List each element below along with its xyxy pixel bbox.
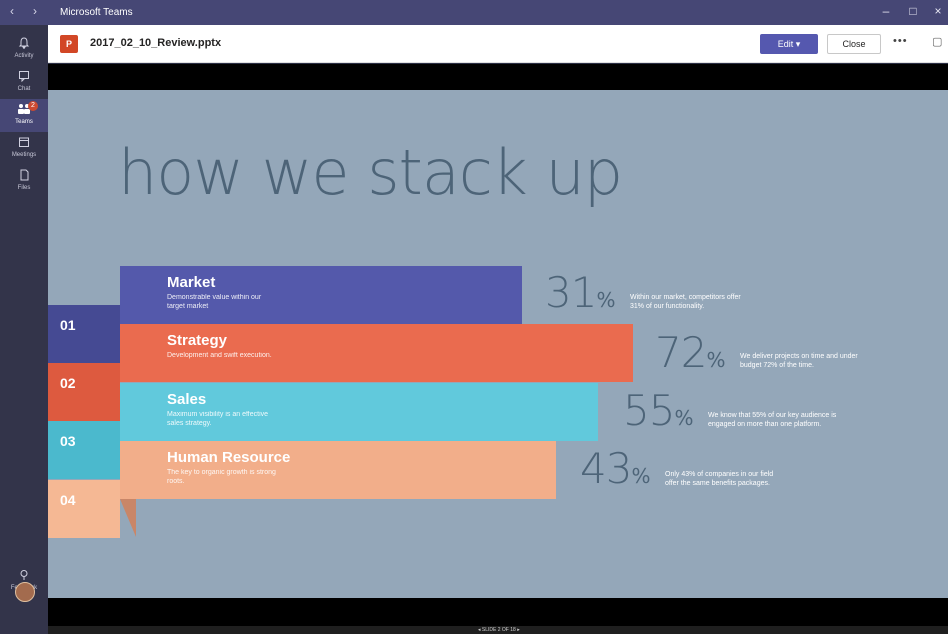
row-number-tab: 03	[48, 421, 120, 479]
feedback-icon	[17, 569, 31, 583]
viewer-status-bar: ◂ SLIDE 2 OF 18 ▸	[48, 626, 948, 634]
edit-button[interactable]: Edit ▾	[760, 34, 818, 54]
percent-value: 31	[545, 268, 597, 317]
row-band: Strategy Development and swift execution…	[120, 324, 633, 382]
row-subtext: The key to organic growth is strong root…	[167, 469, 276, 485]
forward-button[interactable]: ›	[33, 4, 37, 18]
row-band: Human Resource The key to organic growth…	[120, 441, 556, 499]
rail-label-files: Files	[17, 185, 31, 191]
rail-label-activity: Activity	[14, 53, 34, 59]
app-title: Microsoft Teams	[60, 7, 133, 18]
percent-value: 55	[623, 386, 675, 435]
row-description: Only 43% of companies in our field offer…	[665, 471, 774, 487]
row-heading: Sales	[167, 391, 207, 408]
percent-value: 43	[580, 444, 632, 493]
maximize-button[interactable]: □	[903, 4, 923, 18]
teams-window: ‹ › Microsoft Teams – □ × Activity Chat …	[0, 0, 948, 634]
percent-sign: %	[674, 406, 694, 430]
rail-label-chat: Chat	[17, 86, 31, 92]
rail-label-meetings: Meetings	[11, 152, 37, 158]
row-heading: Market	[167, 274, 216, 291]
percent-sign: %	[631, 464, 651, 488]
teams-badge: 2	[28, 101, 38, 111]
row-description: We deliver projects on time and under bu…	[740, 353, 858, 369]
rail-item-files[interactable]: Files	[0, 165, 48, 198]
row-subtext: Demonstrable value within our target mar…	[167, 294, 262, 310]
powerpoint-icon: P	[60, 35, 78, 53]
close-button[interactable]: Close	[827, 34, 881, 54]
percent-value: 72	[655, 328, 707, 377]
bell-icon	[17, 37, 31, 51]
rail-item-activity[interactable]: Activity	[0, 33, 48, 66]
row-description: Within our market, competitors offer 31%…	[630, 294, 741, 310]
row-percent: 55%	[623, 386, 693, 435]
row-heading: Strategy	[167, 332, 228, 349]
rail-label-teams: Teams	[15, 119, 33, 125]
calendar-icon	[17, 136, 31, 150]
percent-sign: %	[706, 348, 726, 372]
rail-item-teams[interactable]: 2 Teams	[0, 99, 48, 132]
title-bar: ‹ › Microsoft Teams – □ ×	[0, 0, 948, 25]
row-band: Market Demonstrable value within our tar…	[120, 266, 522, 324]
user-avatar[interactable]	[15, 582, 35, 602]
file-header: P 2017_02_10_Review.pptx Edit ▾ Close ••…	[48, 25, 948, 63]
file-icon	[17, 169, 31, 183]
row-percent: 31%	[545, 268, 615, 317]
row-number-tab: 01	[48, 305, 120, 363]
chat-icon	[17, 70, 31, 84]
row-subtext: Maximum visibility is an effective sales…	[167, 411, 269, 427]
row-number-tab: 02	[48, 363, 120, 421]
file-name: 2017_02_10_Review.pptx	[90, 37, 222, 49]
percent-sign: %	[596, 288, 616, 312]
row-subtext: Development and swift execution.	[167, 352, 272, 359]
rail-item-chat[interactable]: Chat	[0, 66, 48, 99]
rail-item-meetings[interactable]: Meetings	[0, 132, 48, 165]
more-options-icon[interactable]: •••	[893, 35, 908, 47]
minimize-button[interactable]: –	[876, 4, 896, 18]
row-percent: 72%	[655, 328, 725, 377]
close-window-button[interactable]: ×	[928, 4, 948, 18]
row-percent: 43%	[580, 444, 650, 493]
conversation-icon[interactable]: ▢	[932, 35, 942, 48]
row-band: Sales Maximum visibility is an effective…	[120, 383, 598, 441]
presentation-viewer: how we stack up 01 Market Demonstrable v…	[48, 64, 948, 634]
app-rail: Activity Chat 2 Teams Meetings Files	[0, 25, 48, 634]
row-number-tab: 04	[48, 480, 120, 538]
row-description: We know that 55% of our key audience is …	[708, 412, 837, 428]
slide-title: how we stack up	[118, 136, 623, 209]
back-button[interactable]: ‹	[10, 4, 14, 18]
row-heading: Human Resource	[167, 449, 291, 466]
slide-counter[interactable]: ◂ SLIDE 2 OF 18 ▸	[478, 626, 520, 634]
slide: how we stack up 01 Market Demonstrable v…	[48, 90, 948, 598]
ribbon-fold	[120, 499, 136, 537]
